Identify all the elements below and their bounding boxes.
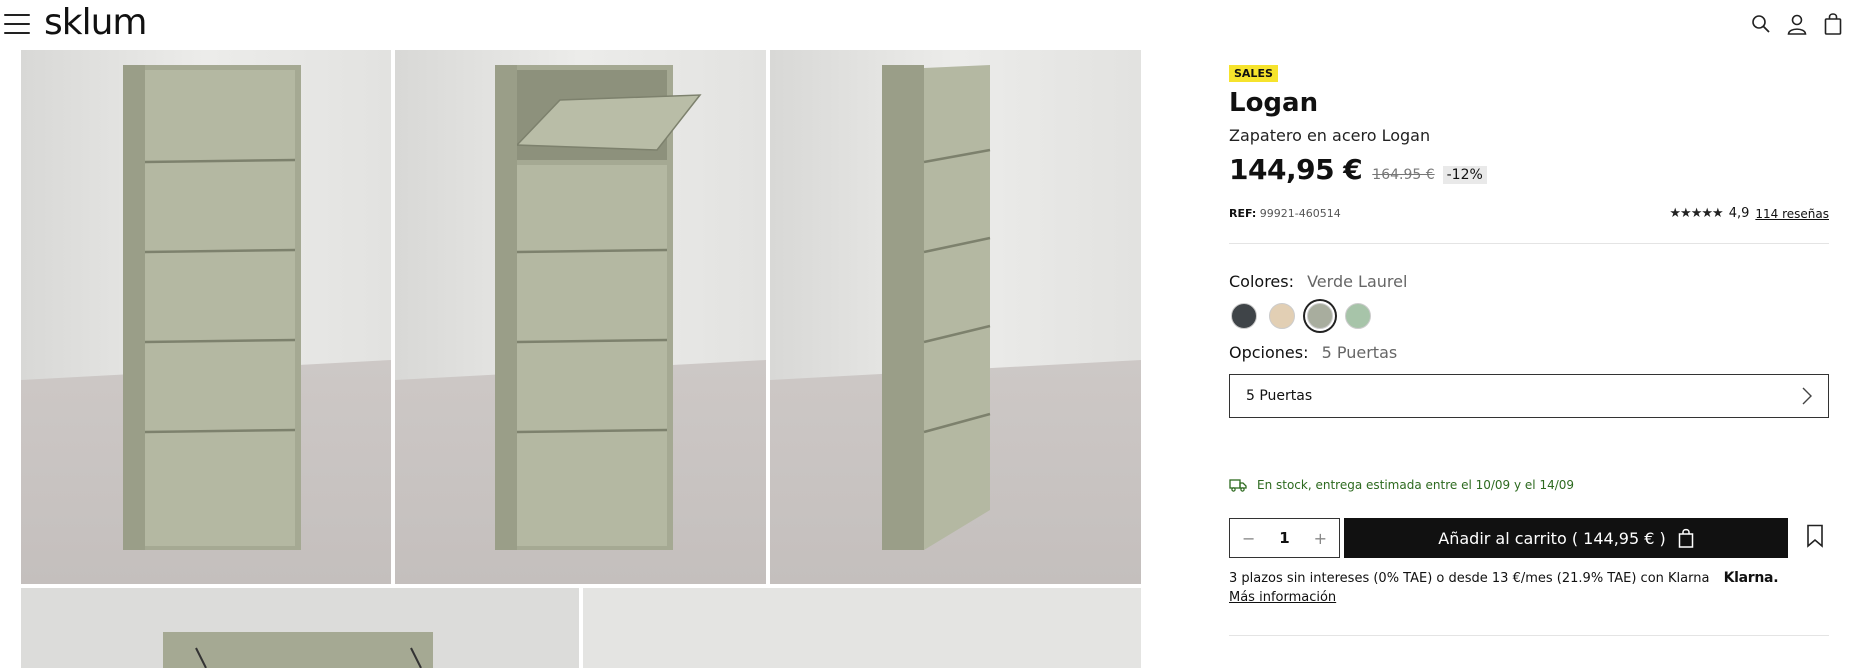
ref-label: REF: <box>1229 207 1257 220</box>
product-image-side[interactable] <box>770 50 1141 584</box>
swatch-verde-laurel[interactable] <box>1307 303 1333 329</box>
more-info-link[interactable]: Más información <box>1229 590 1336 605</box>
color-selected: Verde Laurel <box>1307 272 1408 291</box>
bag-icon[interactable] <box>1822 12 1844 36</box>
star-rating-icon: ★★★★★ <box>1669 206 1723 221</box>
quantity-value[interactable]: 1 <box>1279 529 1289 547</box>
ref-value: 99921-460514 <box>1259 207 1341 220</box>
cart-row: − 1 + Añadir al carrito ( 144,95 € ) <box>1229 518 1829 558</box>
add-to-cart-button[interactable]: Añadir al carrito ( 144,95 € ) <box>1344 518 1788 558</box>
menu-icon[interactable] <box>4 14 30 36</box>
financing-info: 3 plazos sin intereses (0% TAE) o desde … <box>1229 570 1829 586</box>
truck-icon <box>1229 479 1247 492</box>
search-icon[interactable] <box>1750 12 1772 36</box>
product-gallery <box>21 50 1141 668</box>
option-label-row: Opciones: 5 Puertas <box>1229 343 1829 362</box>
price-row: 144,95 € 164.95 € -12% <box>1229 153 1829 186</box>
current-price: 144,95 € <box>1229 153 1363 186</box>
divider <box>1229 243 1829 244</box>
sales-badge: SALES <box>1229 65 1278 82</box>
discount-badge: -12% <box>1442 166 1487 184</box>
product-image-lifestyle-2[interactable] <box>583 588 1141 668</box>
quantity-plus-button[interactable]: + <box>1314 529 1327 548</box>
product-title: Logan <box>1229 88 1319 118</box>
stock-text: En stock, entrega estimada entre el 10/0… <box>1257 478 1575 492</box>
product-image-open[interactable] <box>395 50 766 584</box>
quantity-minus-button[interactable]: − <box>1242 529 1255 548</box>
product-image-lifestyle-1[interactable] <box>21 588 579 668</box>
color-label: Colores: <box>1229 272 1294 291</box>
ref-rating-row: REF: 99921-460514 ★★★★★ 4,9 114 reseñas <box>1229 206 1829 221</box>
divider <box>1229 635 1829 636</box>
klarna-logo: Klarna. <box>1723 570 1779 586</box>
header-actions <box>1750 12 1844 36</box>
financing-text: 3 plazos sin intereses (0% TAE) o desde … <box>1229 571 1710 586</box>
color-swatches <box>1231 303 1829 329</box>
old-price: 164.95 € <box>1372 167 1435 183</box>
swatch-beige[interactable] <box>1269 303 1295 329</box>
chevron-right-icon <box>1802 387 1812 405</box>
bookmark-icon[interactable] <box>1806 524 1824 552</box>
stock-info: En stock, entrega estimada entre el 10/0… <box>1229 478 1829 492</box>
site-header: sklum <box>0 0 1858 50</box>
product-image-front[interactable] <box>21 50 391 584</box>
product-subtitle: Zapatero en acero Logan <box>1229 126 1431 145</box>
option-label: Opciones: <box>1229 343 1309 362</box>
swatch-mint[interactable] <box>1345 303 1371 329</box>
option-selected: 5 Puertas <box>1321 343 1398 362</box>
quantity-stepper: − 1 + <box>1229 518 1340 558</box>
color-label-row: Colores: Verde Laurel <box>1229 272 1829 291</box>
reviews-link[interactable]: 114 reseñas <box>1755 207 1829 221</box>
swatch-anthracite[interactable] <box>1231 303 1257 329</box>
bag-icon <box>1678 528 1693 548</box>
site-logo[interactable]: sklum <box>44 2 147 43</box>
user-icon[interactable] <box>1786 12 1808 36</box>
rating: ★★★★★ 4,9 114 reseñas <box>1669 206 1829 221</box>
add-to-cart-label: Añadir al carrito ( 144,95 € ) <box>1438 528 1666 548</box>
product-ref: REF: 99921-460514 <box>1229 207 1341 220</box>
rating-value: 4,9 <box>1728 206 1750 221</box>
option-dropdown[interactable]: 5 Puertas <box>1229 374 1829 418</box>
option-dropdown-value: 5 Puertas <box>1246 388 1313 404</box>
product-panel: SALES Logan Zapatero en acero Logan 144,… <box>1229 62 1829 636</box>
